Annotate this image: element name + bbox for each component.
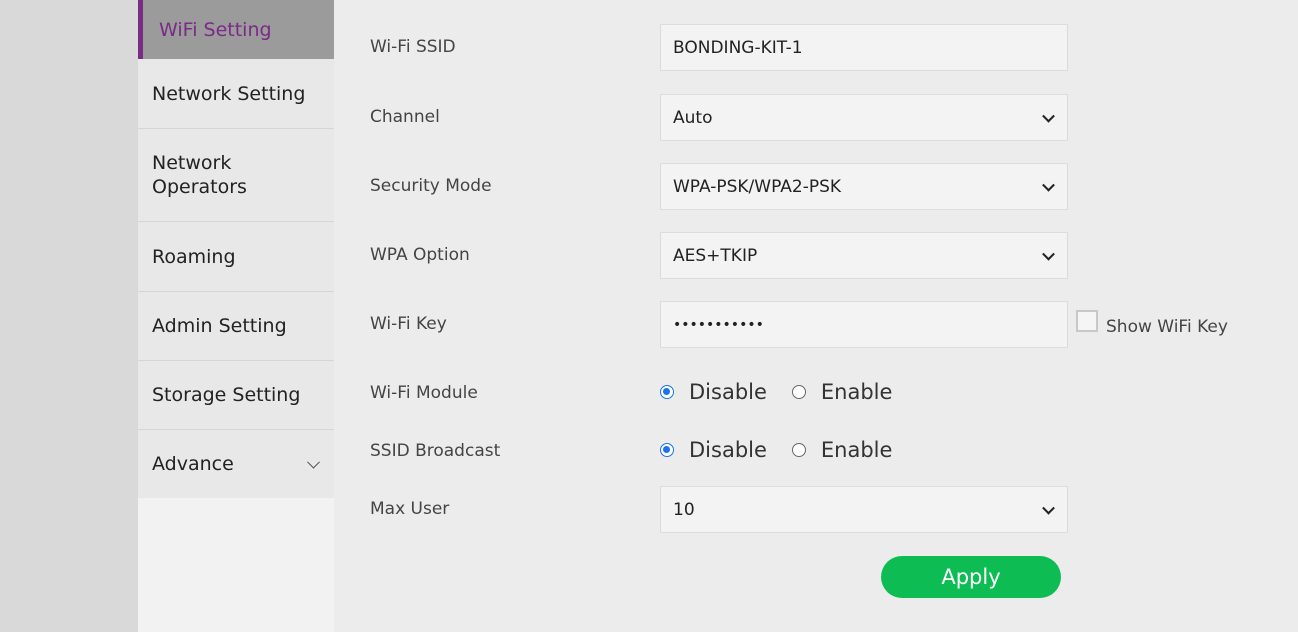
sidebar-item-network-setting[interactable]: Network Setting (138, 59, 334, 129)
ssid-broadcast-label: SSID Broadcast (370, 441, 501, 461)
wpa-option-label: WPA Option (370, 245, 470, 265)
max-user-value: 10 (673, 499, 695, 520)
sidebar-item-label: Advance (152, 453, 234, 475)
sidebar-item-admin-setting[interactable]: Admin Setting (138, 292, 334, 361)
sidebar-item-label: Storage Setting (152, 384, 301, 406)
sidebar-item-roaming[interactable]: Roaming (138, 222, 334, 292)
wifi-key-label: Wi-Fi Key (370, 314, 447, 334)
sidebar-item-label: Roaming (152, 245, 236, 268)
max-user-select[interactable]: 10 (660, 486, 1068, 533)
wifi-module-enable-label: Enable (820, 380, 893, 404)
channel-label: Channel (370, 107, 440, 127)
sidebar-item-label: WiFi Setting (159, 18, 272, 41)
sidebar-item-advance[interactable]: Advance (138, 430, 334, 498)
wifi-key-input[interactable]: ••••••••••• (660, 301, 1068, 348)
show-wifi-key-checkbox[interactable] (1076, 310, 1098, 332)
chevron-down-icon (1042, 501, 1055, 515)
chevron-down-icon (307, 455, 320, 469)
sidebar-item-storage-setting[interactable]: Storage Setting (138, 361, 334, 430)
wpa-option-select[interactable]: AES+TKIP (660, 232, 1068, 279)
max-user-label: Max User (370, 499, 450, 519)
security-mode-label: Security Mode (370, 176, 492, 196)
chevron-down-icon (1042, 109, 1055, 123)
apply-button[interactable]: Apply (881, 556, 1061, 598)
sidebar-item-network-operators[interactable]: Network Operators (138, 129, 334, 222)
channel-value: Auto (673, 107, 713, 128)
left-gutter (0, 0, 138, 632)
sidebar: WiFi Setting Network Setting Network Ope… (138, 0, 334, 632)
wifi-module-enable-radio[interactable] (791, 385, 806, 399)
chevron-down-icon (1042, 178, 1055, 192)
security-mode-value: WPA-PSK/WPA2-PSK (673, 176, 842, 197)
wifi-module-disable-radio[interactable] (660, 385, 674, 399)
wpa-option-value: AES+TKIP (673, 245, 758, 266)
ssid-broadcast-radio-group: Disable Enable (660, 438, 892, 462)
ssid-value: BONDING-KIT-1 (673, 37, 803, 58)
sidebar-item-label: Network Setting (152, 82, 306, 105)
wifi-module-disable-label: Disable (689, 380, 767, 404)
wifi-module-label: Wi-Fi Module (370, 383, 478, 403)
show-wifi-key-label: Show WiFi Key (1106, 317, 1228, 337)
chevron-down-icon (1042, 247, 1055, 261)
ssid-broadcast-disable-radio[interactable] (660, 443, 674, 457)
channel-select[interactable]: Auto (660, 94, 1068, 141)
ssid-label: Wi-Fi SSID (370, 37, 456, 57)
ssid-broadcast-enable-label: Enable (820, 438, 893, 462)
sidebar-item-wifi-setting[interactable]: WiFi Setting (138, 0, 334, 59)
wifi-module-radio-group: Disable Enable (660, 380, 892, 404)
sidebar-item-label: Admin Setting (152, 315, 287, 337)
sidebar-item-label: Network Operators (152, 152, 247, 198)
ssid-broadcast-disable-label: Disable (689, 438, 767, 462)
ssid-broadcast-enable-radio[interactable] (791, 443, 806, 457)
ssid-input[interactable]: BONDING-KIT-1 (660, 24, 1068, 71)
security-mode-select[interactable]: WPA-PSK/WPA2-PSK (660, 163, 1068, 210)
wifi-key-value: ••••••••••• (673, 316, 764, 333)
